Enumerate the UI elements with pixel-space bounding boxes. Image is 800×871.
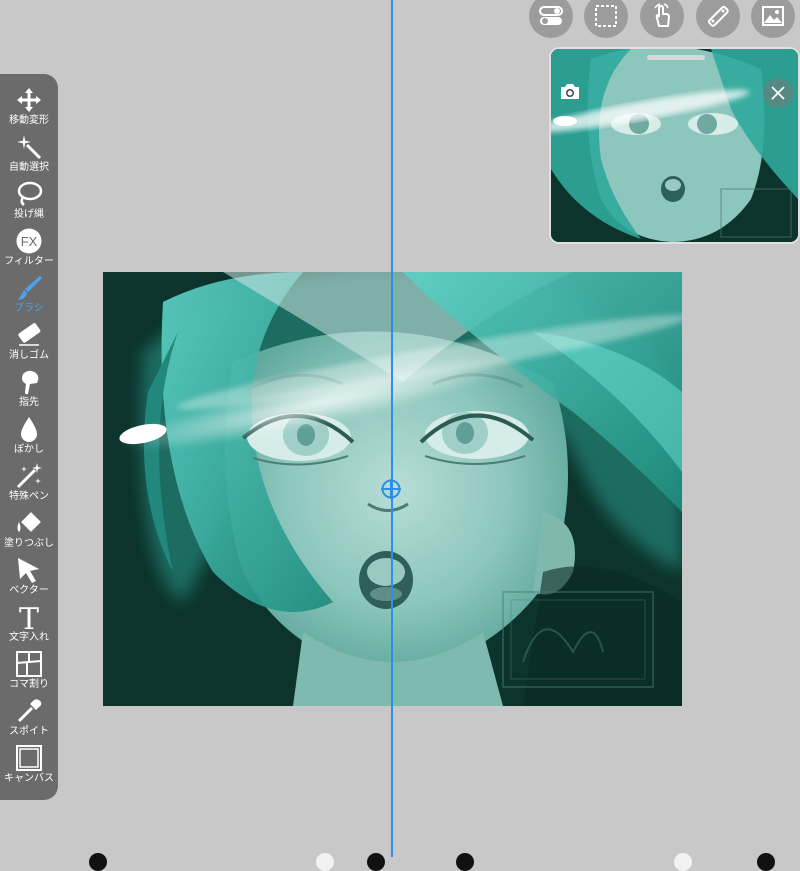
symmetry-guide-line[interactable]: [391, 0, 393, 857]
bottom-control-dot[interactable]: [367, 853, 385, 871]
text-icon: T: [19, 603, 39, 631]
gesture-button[interactable]: [640, 0, 684, 38]
move-transform-icon: [17, 88, 41, 112]
vector-cursor-icon: [18, 558, 39, 583]
magic-wand-icon: [17, 135, 42, 160]
selection-button[interactable]: [584, 0, 628, 38]
text-icon-glyph: T: [19, 603, 39, 631]
tool-filter[interactable]: FX フィルター: [0, 227, 58, 274]
blur-drop-icon: [21, 417, 37, 442]
bottom-control-dot[interactable]: [757, 853, 775, 871]
tool-label: 指先: [19, 397, 39, 408]
navigator-drag-handle[interactable]: [647, 55, 705, 60]
ruler-icon: [707, 5, 729, 27]
tool-label: 特殊ペン: [9, 491, 49, 502]
toggle-settings-button[interactable]: [529, 0, 573, 38]
tool-special-pen[interactable]: 特殊ペン: [0, 462, 58, 509]
tool-label: キャンバス: [4, 773, 54, 784]
navigator-close-button[interactable]: [763, 78, 793, 108]
ruler-button[interactable]: [696, 0, 740, 38]
eyedropper-icon: [17, 699, 42, 723]
bottom-control-dot[interactable]: [674, 853, 692, 871]
camera-icon[interactable]: [558, 80, 582, 104]
tool-vector[interactable]: ベクター: [0, 556, 58, 603]
panel-split-icon: [16, 651, 42, 677]
tool-auto-select[interactable]: 自動選択: [0, 133, 58, 180]
tool-palette: 移動変形 自動選択 投げ縄 FX フィルター ブラシ 消しゴム 指先 ぼかし 特…: [0, 74, 58, 800]
selection-marquee-icon: [595, 5, 617, 27]
tool-label: 消しゴム: [9, 350, 49, 361]
tool-fill[interactable]: 塗りつぶし: [0, 509, 58, 556]
tool-eyedropper[interactable]: スポイト: [0, 697, 58, 744]
tool-text[interactable]: T 文字入れ: [0, 603, 58, 650]
eraser-icon: [18, 323, 41, 346]
tool-blur[interactable]: ぼかし: [0, 415, 58, 462]
brush-icon: [18, 276, 42, 300]
reference-image-button[interactable]: [751, 0, 795, 38]
tool-label: コマ割り: [9, 679, 49, 690]
lasso-icon: [17, 181, 43, 206]
tool-label: ベクター: [9, 585, 49, 596]
tool-label: 投げ縄: [14, 209, 44, 220]
fx-icon-text: FX: [21, 234, 38, 249]
bottom-control-dot[interactable]: [316, 853, 334, 871]
tool-label: ブラシ: [14, 303, 44, 314]
guide-crosshair-handle[interactable]: [381, 479, 401, 499]
canvas-icon: [16, 745, 42, 771]
tool-brush[interactable]: ブラシ: [0, 274, 58, 321]
tool-label: 文字入れ: [9, 632, 49, 643]
tool-move-transform[interactable]: 移動変形: [0, 86, 58, 133]
gesture-hand-icon: [654, 3, 671, 27]
bottom-control-dot[interactable]: [89, 853, 107, 871]
navigator-panel[interactable]: [551, 49, 798, 242]
tool-canvas[interactable]: キャンバス: [0, 744, 58, 791]
tool-panel-split[interactable]: コマ割り: [0, 650, 58, 697]
special-pen-icon: [16, 463, 42, 489]
reference-image-icon: [762, 6, 784, 26]
tool-label: 移動変形: [9, 115, 49, 126]
tool-label: 塗りつぶし: [3, 538, 55, 549]
tool-lasso[interactable]: 投げ縄: [0, 180, 58, 227]
close-icon: [771, 86, 785, 100]
finger-smudge-icon: [22, 370, 39, 395]
tool-label: ぼかし: [14, 444, 44, 455]
tool-smudge[interactable]: 指先: [0, 368, 58, 415]
fx-icon: FX: [16, 228, 42, 254]
tool-label: 自動選択: [9, 162, 49, 173]
tool-eraser[interactable]: 消しゴム: [0, 321, 58, 368]
fill-bucket-icon: [17, 512, 41, 532]
bottom-control-dot[interactable]: [456, 853, 474, 871]
navigator-preview: [551, 49, 798, 242]
toggle-settings-icon: [539, 6, 563, 25]
tool-label: フィルター: [4, 256, 54, 267]
tool-label: スポイト: [9, 726, 49, 737]
